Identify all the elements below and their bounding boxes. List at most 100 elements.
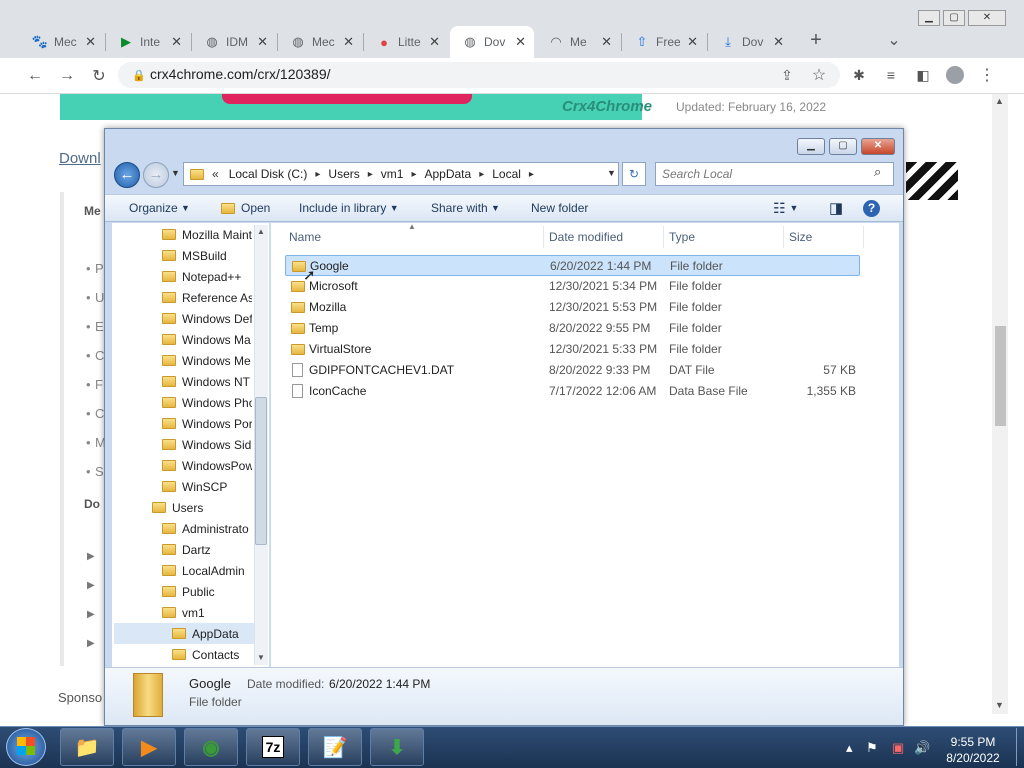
tab-close-icon[interactable]: ✕ (601, 34, 612, 50)
breadcrumb-arrow-icon[interactable]: ▸ (407, 169, 420, 180)
close-window-button[interactable]: ✕ (968, 10, 1006, 26)
tab-close-icon[interactable]: ✕ (773, 34, 784, 50)
forward-button[interactable]: → (56, 65, 78, 87)
profile-avatar[interactable] (944, 64, 966, 86)
maximize-button[interactable]: ▢ (943, 10, 965, 26)
file-row[interactable]: Mozilla 12/30/2021 5:53 PM File folder (285, 297, 860, 318)
explorer-minimize-button[interactable]: ▁ (797, 138, 825, 155)
tab-4[interactable]: ● Litte ✕ (364, 26, 448, 58)
help-icon[interactable]: ? (863, 195, 880, 221)
address-bar[interactable]: « Local Disk (C:) ▸ Users ▸ vm1 ▸ AppData ▸ Loca… (183, 162, 619, 186)
file-row[interactable]: GDIPFONTCACHEV1.DAT 8/20/2022 9:33 PM DAT … (285, 360, 860, 381)
file-row[interactable]: Google 6/20/2022 1:44 PM File folder (285, 255, 860, 276)
tab-3[interactable]: ◍ Mec ✕ (278, 26, 362, 58)
nav-item[interactable]: Mozilla Maint (162, 224, 252, 245)
new-folder-button[interactable]: New folder (531, 195, 588, 221)
show-desktop-button[interactable] (1016, 728, 1024, 766)
scroll-down-icon[interactable]: ▼ (995, 700, 1004, 710)
new-tab-button[interactable]: + (805, 29, 827, 51)
nav-item[interactable]: AppData (114, 623, 254, 644)
nav-item[interactable]: Windows Me (162, 350, 252, 371)
view-options-icon[interactable]: ☷ ▼ (773, 195, 798, 221)
refresh-icon[interactable]: ↻ (622, 162, 646, 186)
nav-scroll-down-icon[interactable]: ▼ (257, 653, 265, 662)
breadcrumb-item[interactable]: Local Disk (C:) (225, 167, 312, 181)
nav-item[interactable]: Windows NT (162, 371, 252, 392)
nav-scroll-up-icon[interactable]: ▲ (257, 227, 265, 236)
volume-icon[interactable]: 🔊 (914, 740, 930, 756)
preview-pane-icon[interactable]: ◨ (829, 195, 843, 221)
reload-button[interactable]: ↻ (88, 65, 110, 87)
address-dropdown-icon[interactable]: ▼ (607, 168, 616, 178)
search-icon[interactable]: ⌕ (874, 164, 881, 180)
nav-item[interactable]: Notepad++ (162, 266, 252, 287)
nav-item[interactable]: Administrato (162, 518, 252, 539)
include-in-library-button[interactable]: Include in library ▼ (299, 195, 399, 221)
page-scrollbar-thumb[interactable] (995, 326, 1006, 426)
file-row[interactable]: Microsoft 12/30/2021 5:34 PM File folder (285, 276, 860, 297)
nav-item[interactable]: Dartz (162, 539, 252, 560)
open-button[interactable]: Open (221, 195, 270, 221)
expand-arrow-icon[interactable]: ▶ (87, 551, 95, 562)
organize-button[interactable]: Organize ▼ (129, 195, 190, 221)
share-icon[interactable]: ⇪ (776, 64, 798, 86)
nav-item[interactable]: MSBuild (162, 245, 252, 266)
breadcrumb-arrow-icon[interactable]: ▸ (364, 169, 377, 180)
nav-item[interactable]: WinSCP (162, 476, 252, 497)
expand-arrow-icon[interactable]: ▶ (87, 609, 95, 620)
column-header-size[interactable]: Size (785, 226, 864, 248)
tab-close-icon[interactable]: ✕ (429, 34, 440, 50)
nav-item[interactable]: Windows Pho (162, 392, 252, 413)
nav-item[interactable]: LocalAdmin (162, 560, 252, 581)
overflow-chevron-icon[interactable]: « (212, 167, 219, 181)
file-row[interactable]: Temp 8/20/2022 9:55 PM File folder (285, 318, 860, 339)
tab-8[interactable]: ⤓ Dov ✕ (708, 26, 792, 58)
taskbar-app-3[interactable]: 7z (246, 728, 300, 766)
tab-0[interactable]: 🐾 Mec ✕ (20, 26, 104, 58)
network-icon[interactable]: ▣ (892, 740, 904, 756)
taskbar-app-4[interactable]: 📝 (308, 728, 362, 766)
column-header-date[interactable]: Date modified (545, 226, 664, 248)
tab-1[interactable]: ▶ Inte ✕ (106, 26, 190, 58)
reading-list-icon[interactable]: ≡ (880, 64, 902, 86)
url-text[interactable]: crx4chrome.com/crx/120389/ (150, 66, 331, 82)
breadcrumb-item[interactable]: vm1 (377, 167, 408, 181)
nav-scrollbar-thumb[interactable] (255, 397, 267, 545)
minimize-button[interactable]: ▁ (918, 10, 940, 26)
file-row[interactable]: VirtualStore 12/30/2021 5:33 PM File folde… (285, 339, 860, 360)
tab-7[interactable]: ⇧ Free ✕ (622, 26, 706, 58)
forward-arrow-icon[interactable]: → (143, 162, 169, 188)
expand-arrow-icon[interactable]: ▶ (87, 580, 95, 591)
explorer-maximize-button[interactable]: ▢ (829, 138, 857, 155)
clock[interactable]: 9:55 PM 8/20/2022 (930, 734, 1016, 766)
taskbar-app-2[interactable]: ◉ (184, 728, 238, 766)
expand-arrow-icon[interactable]: ▶ (87, 638, 95, 649)
tab-5[interactable]: ◍ Dov ✕ (450, 26, 534, 58)
breadcrumb-item[interactable]: AppData (420, 167, 475, 181)
breadcrumb-item[interactable]: Local (488, 167, 525, 181)
breadcrumb-item[interactable]: Users (324, 167, 363, 181)
tab-6[interactable]: ◠ Me ✕ (536, 26, 620, 58)
search-field[interactable]: Search Local (655, 162, 894, 186)
tab-2[interactable]: ◍ IDM ✕ (192, 26, 276, 58)
nav-item[interactable]: Reference As (162, 287, 252, 308)
nav-item[interactable]: Public (162, 581, 252, 602)
nav-item[interactable]: Windows Sid (162, 434, 252, 455)
action-center-icon[interactable]: ⚑ (866, 740, 878, 756)
nav-item[interactable]: WindowsPow (162, 455, 252, 476)
breadcrumb-arrow-icon[interactable]: ▸ (475, 169, 488, 180)
taskbar-app-0[interactable]: 📁 (60, 728, 114, 766)
breadcrumb-arrow-icon[interactable]: ▸ (311, 169, 324, 180)
taskbar-app-5[interactable]: ⬇ (370, 728, 424, 766)
tray-arrow-icon[interactable]: ▴ (846, 740, 853, 756)
tab-close-icon[interactable]: ✕ (343, 34, 354, 50)
taskbar-app-1[interactable]: ▶ (122, 728, 176, 766)
tab-close-icon[interactable]: ✕ (515, 34, 526, 50)
side-panel-icon[interactable]: ◧ (912, 64, 934, 86)
recent-pages-icon[interactable]: ▼ (171, 168, 180, 178)
bookmark-star-icon[interactable]: ☆ (808, 64, 830, 86)
column-header-type[interactable]: Type (665, 226, 784, 248)
tab-close-icon[interactable]: ✕ (257, 34, 268, 50)
explorer-close-button[interactable]: ✕ (861, 138, 895, 155)
lock-icon[interactable]: 🔒 (128, 64, 150, 86)
